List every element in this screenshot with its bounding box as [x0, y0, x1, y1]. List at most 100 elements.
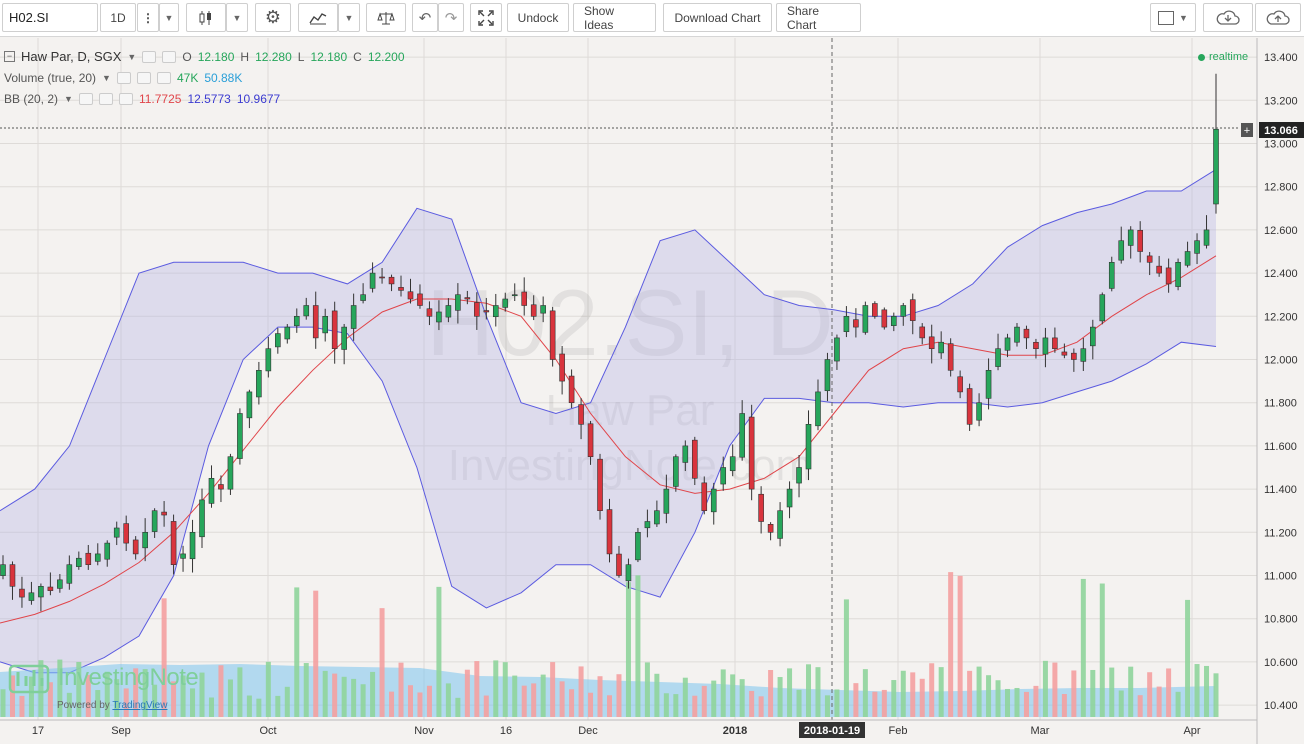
load-cloud-button[interactable] — [1255, 3, 1301, 32]
settings-button[interactable]: ⚙ — [255, 3, 291, 32]
chevron-down-icon[interactable]: ▼ — [102, 73, 111, 83]
candle-body — [350, 305, 357, 329]
candle-body — [701, 482, 708, 511]
volume-bar — [1166, 668, 1172, 717]
candle-body — [474, 302, 480, 317]
show-ideas-label: Show Ideas — [584, 3, 615, 32]
candle-body — [483, 310, 490, 313]
candle-body — [890, 315, 897, 326]
candle-body — [142, 531, 148, 549]
candle-body — [777, 510, 783, 539]
volume-bar — [208, 697, 214, 717]
candle-body — [189, 531, 196, 560]
volume-bar — [1204, 665, 1210, 717]
fullscreen-button[interactable] — [470, 3, 502, 32]
undock-button[interactable]: Undock — [507, 3, 569, 32]
candle-body — [1004, 337, 1011, 351]
volume-bar — [919, 678, 925, 717]
candle-body — [417, 293, 423, 306]
volume-bar — [218, 665, 224, 717]
candle-body — [796, 467, 802, 484]
candle-body — [312, 305, 319, 339]
candle-body — [265, 348, 272, 372]
volume-bar — [246, 695, 252, 717]
close-icon[interactable] — [118, 93, 133, 105]
candle-body — [246, 391, 253, 419]
brand-logo: InvestingNote — [8, 660, 199, 696]
current-price-tag: + 13.066 — [1241, 122, 1304, 138]
candle-body — [900, 305, 907, 317]
layout-button[interactable]: ▼ — [1150, 3, 1196, 32]
undo-button[interactable]: ↶ — [412, 3, 438, 32]
symbol-input[interactable]: H02.SI — [2, 3, 98, 32]
interval-button[interactable]: 1D — [100, 3, 136, 32]
volume-bar — [502, 662, 508, 717]
candle-body — [1203, 229, 1210, 246]
candle-body — [597, 458, 603, 512]
candle-body — [19, 588, 25, 598]
eye-icon[interactable] — [142, 50, 157, 63]
chevron-down-icon: ▼ — [232, 12, 242, 23]
candle-body — [398, 287, 404, 291]
volume-bar — [370, 671, 376, 717]
time-axis: 17 Sep Oct Nov 16 Dec 2018 Feb Mar Apr — [32, 725, 1201, 737]
candle-body — [530, 304, 537, 317]
chart-style-dropdown[interactable]: ▼ — [226, 3, 248, 32]
price-tick-label: 10.600 — [1264, 657, 1298, 669]
indicators-dropdown[interactable]: ▼ — [338, 3, 360, 32]
candle-body — [331, 310, 338, 350]
price-axis: 13.400 13.200 13.000 12.800 12.600 12.400 12.2… — [1264, 52, 1298, 712]
indicators-button[interactable] — [298, 3, 338, 32]
candle-body — [853, 319, 859, 328]
eye-icon[interactable] — [78, 93, 93, 105]
interval-menu-button[interactable]: ⋮ — [137, 3, 159, 32]
time-tick-label: Feb — [889, 725, 908, 737]
volume-bar — [986, 675, 992, 717]
chevron-down-icon[interactable]: ▼ — [127, 52, 136, 62]
candle-body — [834, 337, 840, 362]
candle-body — [1099, 294, 1106, 322]
volume-bar — [322, 670, 328, 717]
volume-bar — [483, 695, 489, 717]
chevron-down-icon[interactable]: ▼ — [64, 94, 73, 104]
investingnote-logo-icon — [8, 664, 50, 694]
volume-bar — [1023, 691, 1029, 717]
collapse-icon[interactable]: − — [4, 51, 15, 62]
settings-icon[interactable] — [136, 72, 151, 84]
settings-icon[interactable] — [98, 93, 113, 105]
time-tick-label: Apr — [1183, 725, 1200, 737]
eye-icon[interactable] — [116, 72, 131, 84]
volume-legend: Volume (true, 20) ▼ 47K 50.88K — [4, 71, 242, 85]
low-value: 12.180 — [310, 49, 348, 64]
volume-bar — [635, 575, 641, 717]
volume-bar — [1033, 685, 1039, 717]
candle-body — [872, 303, 878, 317]
price-chart[interactable]: H02.SI, D Haw Par InvestingNote.com 13.4… — [0, 37, 1304, 744]
volume-value: 47K — [176, 71, 199, 85]
candle-body — [786, 488, 793, 508]
save-cloud-button[interactable] — [1203, 3, 1253, 32]
volume-bar — [654, 673, 660, 717]
tradingview-link[interactable]: TradingView — [112, 700, 167, 711]
close-value: 12.200 — [367, 49, 405, 64]
volume-bar — [720, 669, 726, 717]
redo-button[interactable]: ↷ — [438, 3, 464, 32]
candle-body — [113, 527, 120, 538]
volume-bar — [398, 662, 404, 717]
interval-dropdown-button[interactable]: ▼ — [159, 3, 179, 32]
volume-bar — [341, 676, 347, 717]
open-label: O — [182, 49, 192, 64]
volume-bar — [625, 582, 631, 717]
close-icon[interactable] — [156, 72, 171, 84]
volume-bar — [360, 684, 366, 717]
volume-bar — [692, 695, 698, 717]
volume-bar — [389, 691, 395, 717]
chart-style-button[interactable] — [186, 3, 226, 32]
compare-button[interactable] — [366, 3, 406, 32]
volume-bar — [815, 667, 821, 717]
show-ideas-button[interactable]: Show Ideas — [573, 3, 656, 32]
candle-body — [1213, 128, 1219, 205]
settings-icon[interactable] — [162, 50, 177, 63]
share-chart-button[interactable]: Share Chart — [776, 3, 861, 32]
download-chart-button[interactable]: Download Chart — [663, 3, 772, 32]
